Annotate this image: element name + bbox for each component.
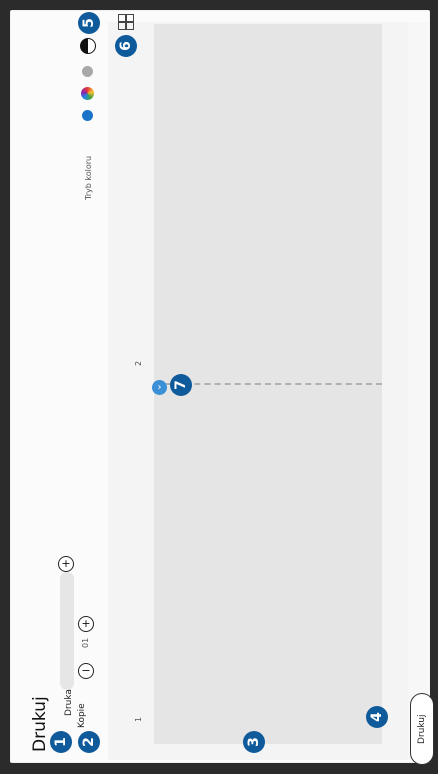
color-mode-option-bw[interactable] xyxy=(80,38,96,54)
copies-label: Kopie xyxy=(77,703,87,728)
page-title: Drukuj xyxy=(30,696,50,752)
action-bar xyxy=(408,22,428,760)
annotation-badge-3: 3 xyxy=(243,731,265,753)
annotation-badge-6: 6 xyxy=(115,35,137,57)
print-button[interactable]: Drukuj xyxy=(410,693,434,765)
copies-increment-button[interactable]: + xyxy=(78,616,94,632)
plus-icon: + xyxy=(61,557,71,570)
next-page-button[interactable]: › xyxy=(152,380,167,395)
page-number-2: 2 xyxy=(134,360,143,366)
plus-icon: + xyxy=(81,617,91,630)
chevron-right-icon: › xyxy=(157,382,162,393)
add-printer-button[interactable]: + xyxy=(58,556,74,572)
copies-value[interactable]: 01 xyxy=(81,638,90,648)
printer-select[interactable] xyxy=(60,572,74,690)
color-mode-label: Tryb koloru xyxy=(84,155,93,200)
print-button-label: Drukuj xyxy=(417,714,427,744)
annotation-badge-7: 7 xyxy=(170,374,192,396)
annotation-badge-4: 4 xyxy=(366,706,388,728)
copies-decrement-button[interactable]: − xyxy=(78,663,94,679)
color-mode-option-gray[interactable] xyxy=(82,66,93,77)
color-mode-option-color[interactable] xyxy=(81,87,94,100)
color-mode-selected-check[interactable] xyxy=(82,110,93,121)
grid-view-icon[interactable] xyxy=(118,14,134,30)
annotation-badge-5: 5 xyxy=(78,12,100,34)
page-number-1: 1 xyxy=(134,716,143,722)
device-frame: Drukuj Drukarka + Kopie − 01 + Tryb kolo… xyxy=(10,10,434,765)
annotation-badge-1: 1 xyxy=(50,731,72,753)
annotation-badge-2: 2 xyxy=(78,731,100,753)
minus-icon: − xyxy=(81,664,91,677)
